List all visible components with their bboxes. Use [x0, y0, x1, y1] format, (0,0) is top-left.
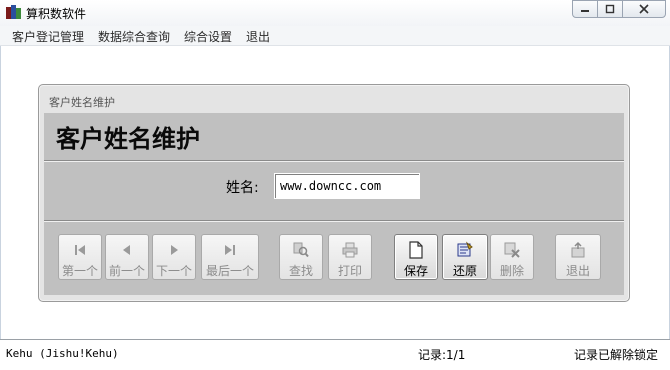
customer-name-form: 客户姓名维护 客户姓名维护 姓名: www.downcc.com 第一个 前一个… [38, 84, 630, 302]
restore-button[interactable]: 还原 [442, 234, 488, 280]
save-label: 保存 [403, 264, 428, 278]
restore-icon [457, 241, 473, 257]
divider [44, 220, 624, 222]
form-body: 客户姓名维护 姓名: www.downcc.com 第一个 前一个 下一个 最后… [44, 113, 624, 295]
find-button[interactable]: 查找 [279, 234, 323, 280]
minimize-button[interactable] [572, 0, 598, 18]
exit-label: 退出 [565, 264, 590, 278]
last-record-button[interactable]: 最后一个 [201, 234, 259, 280]
menu-settings[interactable]: 综合设置 [184, 28, 232, 45]
first-record-icon [75, 245, 85, 255]
title-bar: 算积数软件 [0, 0, 670, 26]
divider [44, 160, 624, 162]
document-icon [409, 241, 423, 259]
maximize-button[interactable] [597, 0, 623, 18]
next-record-label: 下一个 [155, 264, 192, 278]
minimize-icon [581, 10, 589, 12]
printer-icon [342, 242, 358, 258]
previous-record-label: 前一个 [108, 264, 145, 278]
status-record-count: 记录:1/1 [418, 348, 466, 362]
last-record-label: 最后一个 [205, 264, 254, 278]
form-heading: 客户姓名维护 [56, 124, 200, 153]
delete-button[interactable]: 删除 [490, 234, 534, 280]
name-label: 姓名: [226, 180, 259, 196]
next-record-button[interactable]: 下一个 [152, 234, 196, 280]
first-record-button[interactable]: 第一个 [58, 234, 102, 280]
print-label: 打印 [337, 264, 362, 278]
menu-exit[interactable]: 退出 [246, 28, 270, 45]
next-record-icon [171, 245, 178, 255]
find-label: 查找 [288, 264, 313, 278]
exit-button[interactable]: 退出 [555, 234, 601, 280]
menu-data-query[interactable]: 数据综合查询 [98, 28, 170, 45]
menu-bar: 客户登记管理 数据综合查询 综合设置 退出 [0, 26, 670, 46]
previous-record-icon [123, 245, 130, 255]
form-caption: 客户姓名维护 [49, 96, 115, 109]
app-logo-icon [6, 5, 22, 20]
menu-customer-registration[interactable]: 客户登记管理 [12, 28, 84, 45]
find-icon [293, 242, 309, 258]
exit-icon [571, 241, 585, 258]
restore-label: 还原 [452, 264, 477, 278]
status-lock: 记录已解除锁定 [574, 348, 659, 362]
close-button[interactable] [622, 0, 666, 18]
window-title: 算积数软件 [26, 7, 87, 21]
close-icon [639, 4, 649, 14]
delete-icon [504, 242, 520, 258]
maximize-icon [605, 4, 615, 14]
last-record-icon [225, 245, 235, 255]
save-button[interactable]: 保存 [394, 234, 438, 280]
name-input[interactable]: www.downcc.com [274, 173, 420, 199]
previous-record-button[interactable]: 前一个 [105, 234, 149, 280]
status-bar: Kehu (Jishu!Kehu) 记录:1/1 记录已解除锁定 [0, 339, 670, 370]
status-user: Kehu (Jishu!Kehu) [6, 347, 119, 360]
print-button[interactable]: 打印 [328, 234, 372, 280]
delete-label: 删除 [499, 264, 524, 278]
first-record-label: 第一个 [61, 264, 98, 278]
window-controls [572, 0, 666, 18]
